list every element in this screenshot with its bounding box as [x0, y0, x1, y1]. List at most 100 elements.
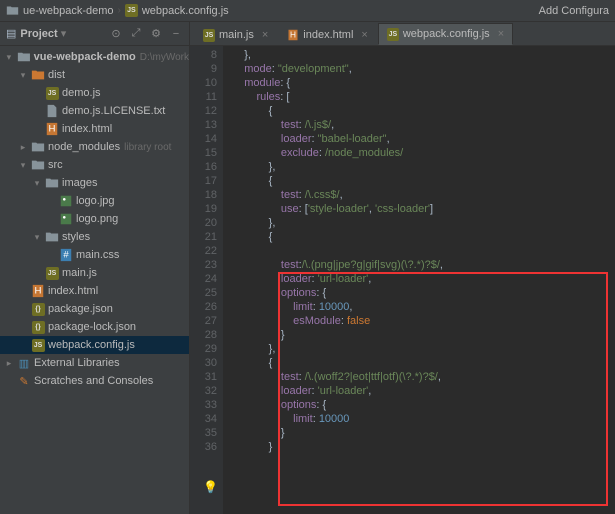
code-line[interactable]: module: {	[232, 76, 615, 90]
code-line[interactable]	[232, 244, 615, 258]
tree-item[interactable]: {}package.json	[0, 300, 189, 318]
scratches-consoles[interactable]: ✎ Scratches and Consoles	[0, 372, 189, 390]
line-number: 13	[192, 118, 217, 132]
json-file-icon: {}	[31, 302, 45, 316]
code-line[interactable]: }	[232, 440, 615, 454]
line-number: 20	[192, 216, 217, 230]
chevron-down-icon[interactable]: ▾	[4, 52, 14, 63]
tree-item-label: demo.js	[62, 87, 101, 99]
code-line[interactable]: {	[232, 174, 615, 188]
line-number: 27	[192, 314, 217, 328]
css-file-icon: #	[59, 248, 73, 262]
html-file-icon: H	[31, 284, 45, 298]
code-line[interactable]: test: /\.(woff2?|eot|ttf|otf)(\?.*)?$/,	[232, 370, 615, 384]
code-line[interactable]: rules: [	[232, 90, 615, 104]
tree-item[interactable]: ▾images	[0, 174, 189, 192]
code-line[interactable]: loader: "babel-loader",	[232, 132, 615, 146]
tree-root[interactable]: ▾ vue-webpack-demo D:\myWork	[0, 48, 189, 66]
line-number: 32	[192, 384, 217, 398]
code-line[interactable]: loader: 'url-loader',	[232, 384, 615, 398]
js-file-icon: JS	[45, 266, 59, 280]
line-number: 33	[192, 398, 217, 412]
close-icon[interactable]: ×	[262, 29, 268, 41]
code-line[interactable]: {	[232, 230, 615, 244]
js-icon: JS	[125, 4, 138, 17]
img-file-icon	[59, 194, 73, 208]
line-number: 26	[192, 300, 217, 314]
external-libraries-label: External Libraries	[34, 357, 120, 369]
tree-root-label: vue-webpack-demo	[34, 51, 136, 63]
js-file-icon: JS	[31, 338, 45, 352]
tree-item-label: index.html	[48, 285, 98, 297]
code-line[interactable]: exclude: /node_modules/	[232, 146, 615, 160]
line-number: 21	[192, 230, 217, 244]
tree-toggle[interactable]: ▾	[32, 178, 42, 189]
external-libraries[interactable]: ▸ ▥ External Libraries	[0, 354, 189, 372]
code-line[interactable]: },	[232, 48, 615, 62]
gear-icon[interactable]: ⚙	[149, 27, 163, 41]
line-number: 22	[192, 244, 217, 258]
code-line[interactable]: loader: 'url-loader',	[232, 272, 615, 286]
line-number: 12	[192, 104, 217, 118]
tree-item[interactable]: ▾ dist	[0, 66, 189, 84]
breadcrumb-file[interactable]: webpack.config.js	[142, 5, 229, 17]
close-icon[interactable]: ×	[361, 29, 367, 41]
select-opened-file-icon[interactable]: ⊙	[109, 27, 123, 41]
tree-item[interactable]: ▸node_moduleslibrary root	[0, 138, 189, 156]
tree-item[interactable]: JSmain.js	[0, 264, 189, 282]
tree-item[interactable]: Hindex.html	[0, 282, 189, 300]
code-line[interactable]: {	[232, 104, 615, 118]
code-line[interactable]: mode: "development",	[232, 62, 615, 76]
code-line[interactable]: use: ['style-loader', 'css-loader']	[232, 202, 615, 216]
chevron-down-icon[interactable]: ▾	[61, 27, 67, 40]
code-line[interactable]: }	[232, 328, 615, 342]
tree-item[interactable]: JSdemo.js	[0, 84, 189, 102]
tree-item[interactable]: #main.css	[0, 246, 189, 264]
chevron-right-icon[interactable]: ▸	[4, 358, 14, 369]
code-line[interactable]: esModule: false	[232, 314, 615, 328]
code-line[interactable]: limit: 10000	[232, 412, 615, 426]
line-number: 25	[192, 286, 217, 300]
editor-tab[interactable]: JSmain.js×	[194, 23, 277, 45]
add-configuration-button[interactable]: Add Configura	[539, 5, 609, 17]
tree-item[interactable]: logo.png	[0, 210, 189, 228]
expand-all-icon[interactable]: ⤢	[129, 27, 143, 41]
tree-item[interactable]: demo.js.LICENSE.txt	[0, 102, 189, 120]
line-number: 31	[192, 370, 217, 384]
code-line[interactable]: }	[232, 426, 615, 440]
breadcrumb-project[interactable]: ue-webpack-demo	[23, 5, 114, 17]
code-content[interactable]: }, mode: "development", module: { rules:…	[224, 46, 615, 514]
tree-item[interactable]: ▾src	[0, 156, 189, 174]
tree-item-label: logo.png	[76, 213, 118, 225]
tree-item[interactable]: Hindex.html	[0, 120, 189, 138]
code-line[interactable]: limit: 10000,	[232, 300, 615, 314]
code-line[interactable]: },	[232, 216, 615, 230]
tree-toggle[interactable]: ▾	[18, 160, 28, 171]
project-tree[interactable]: ▾ vue-webpack-demo D:\myWork ▾distJSdemo…	[0, 46, 189, 514]
code-line[interactable]: {	[232, 356, 615, 370]
code-line[interactable]: test:/\.(png|jpe?g|gif|svg)(\?.*)?$/,	[232, 258, 615, 272]
close-icon[interactable]: ×	[498, 28, 504, 40]
editor-tab[interactable]: Hindex.html×	[278, 23, 377, 45]
tree-item[interactable]: {}package-lock.json	[0, 318, 189, 336]
sidebar-title[interactable]: Project	[20, 28, 57, 40]
editor-tab[interactable]: JSwebpack.config.js×	[378, 23, 513, 45]
tree-toggle[interactable]: ▸	[18, 142, 28, 153]
code-line[interactable]: },	[232, 160, 615, 174]
code-line[interactable]: },	[232, 342, 615, 356]
code-line[interactable]: test: /\.js$/,	[232, 118, 615, 132]
hide-icon[interactable]: −	[169, 27, 183, 41]
code-line[interactable]: options: {	[232, 398, 615, 412]
tree-toggle[interactable]: ▾	[18, 70, 28, 81]
tree-item[interactable]: logo.jpg	[0, 192, 189, 210]
tree-item[interactable]: ▾styles	[0, 228, 189, 246]
tree-toggle[interactable]: ▾	[32, 232, 42, 243]
intention-bulb-icon[interactable]: 💡	[203, 480, 215, 492]
tree-item-label: webpack.config.js	[48, 339, 135, 351]
tree-item-label: dist	[48, 69, 65, 81]
code-line[interactable]: options: {	[232, 286, 615, 300]
tree-item[interactable]: JSwebpack.config.js	[0, 336, 189, 354]
line-number: 19	[192, 202, 217, 216]
code-line[interactable]: test: /\.css$/,	[232, 188, 615, 202]
code-editor[interactable]: 8910111213141516171819202122232425262728…	[190, 46, 615, 514]
